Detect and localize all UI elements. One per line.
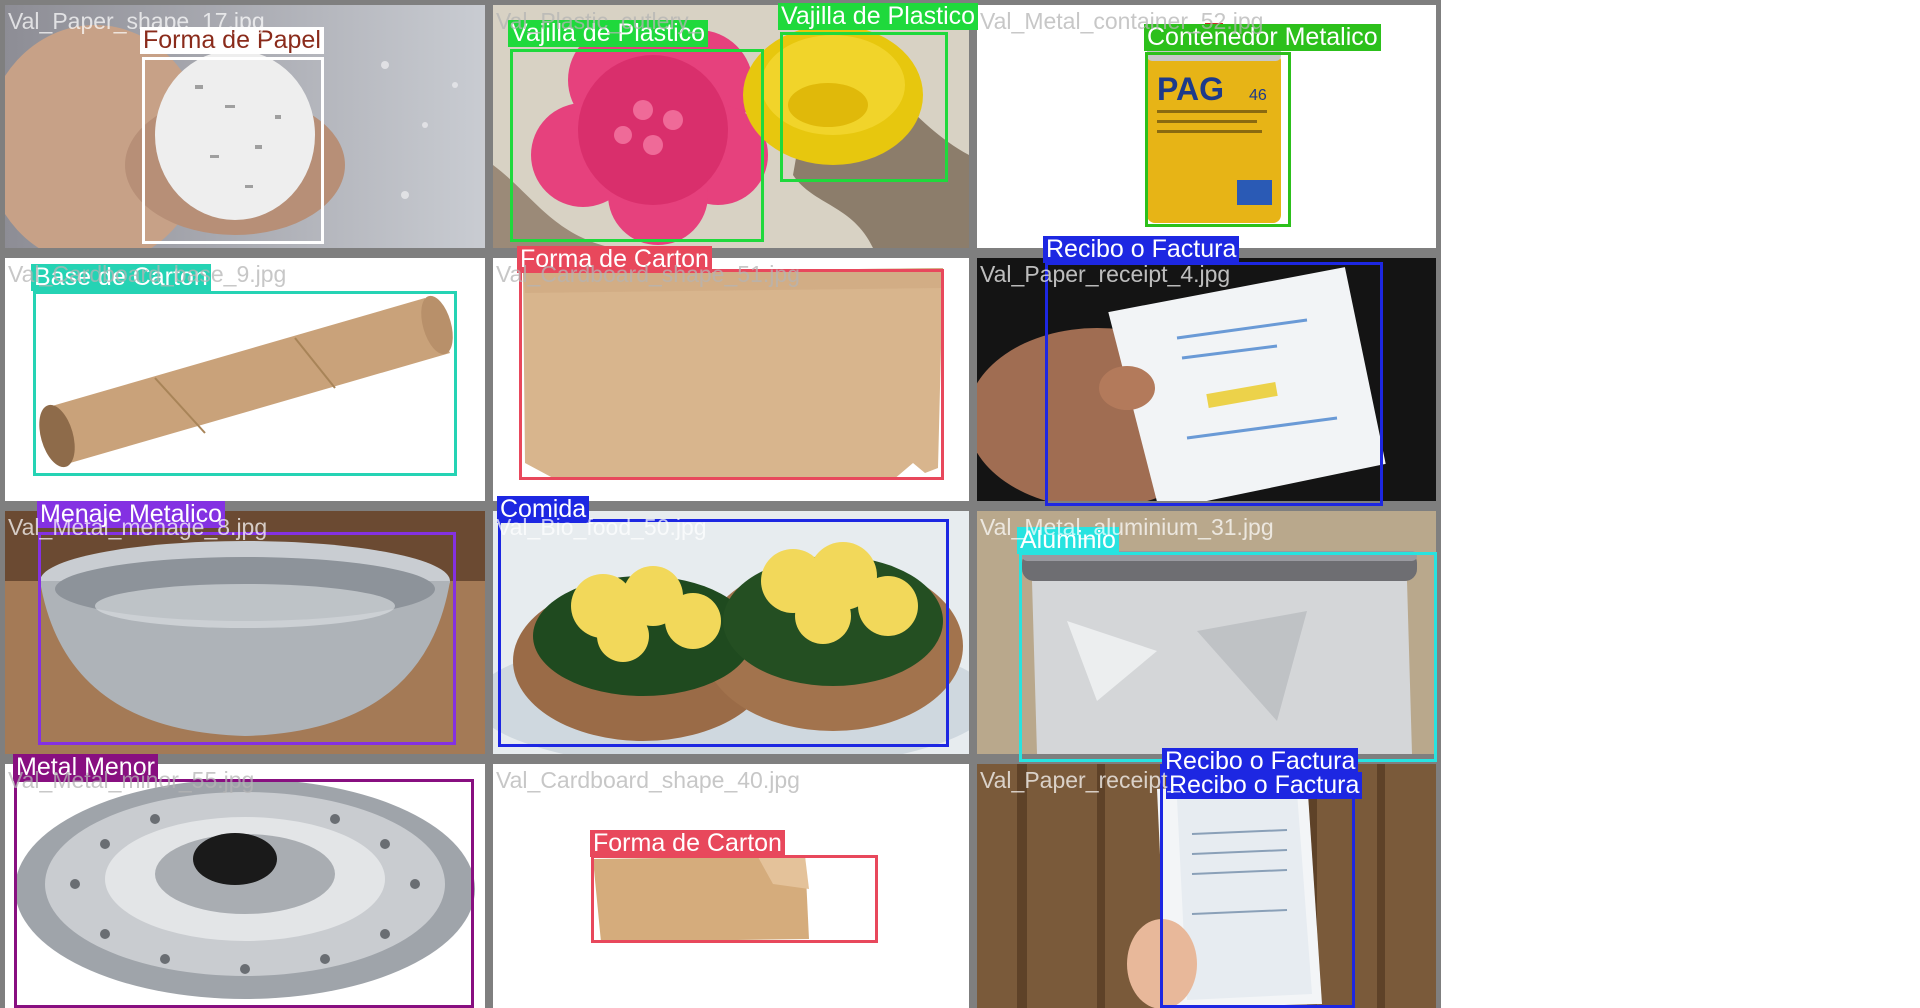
tile-cardboard-shape-2: Val_Cardboard_shape_40.jpg [493,764,969,1008]
tile-filename: Val_Plastic_cutlery_ [496,8,702,34]
receipts-held-photo [977,764,1436,1008]
tile-filename: Val_Cardboard_shape_40.jpg [496,767,800,793]
image-grid: Val_Paper_shape_17.jpg Val_Plastic_cutle… [0,0,1441,1008]
tile-cardboard-shape: Val_Cardboard_shape_51.jpg [493,258,969,501]
tile-filename: Val_Cardboard_base_9.jpg [8,261,287,287]
tile-filename: Val_Paper_receipt_4.jpg [980,261,1231,287]
tile-filename: Val_Paper_shape_17.jpg [8,8,265,34]
receipt-in-hand-photo [977,258,1436,501]
tile-plastic: Val_Plastic_cutlery_ [493,5,969,248]
tile-paper-receipt: Val_Paper_receipt_4.jpg [977,258,1436,501]
tile-metal-menage: Val_Metal_menage_8.jpg [5,511,485,754]
tile-filename: Val_Metal_menage_8.jpg [8,514,268,540]
tile-paper-receipt-2: Val_Paper_receipt_ [977,764,1436,1008]
cardboard-tube-photo [5,258,485,501]
egg-toast-photo [493,511,969,754]
tile-filename: Val_Bio_food_50.jpg [496,514,707,540]
tile-metal-container: PAG 46 Val_Metal_container_52.jpg [977,5,1436,248]
tile-filename: Val_Metal_minor_55.jpg [8,767,255,793]
cardboard-sheet-photo [493,258,969,501]
metal-can-photo: PAG 46 [977,5,1436,248]
tile-cardboard-base: Val_Cardboard_base_9.jpg [5,258,485,501]
tile-filename: Val_Cardboard_shape_51.jpg [496,261,800,287]
svg-text:46: 46 [1249,87,1267,104]
tile-paper-shape: Val_Paper_shape_17.jpg [5,5,485,248]
tile-filename: Val_Paper_receipt_ [980,767,1181,793]
aluminium-foil-photo [977,511,1436,754]
tile-metal-aluminium: Val_Metal_aluminium_31.jpg [977,511,1436,754]
tile-bio-food: Val_Bio_food_50.jpg [493,511,969,754]
cardboard-piece-photo [493,764,969,1008]
metal-basin-photo [5,511,485,754]
plastic-dishes-photo [493,5,969,248]
tile-filename: Val_Metal_container_52.jpg [980,8,1264,34]
shredded-paper-photo [5,5,485,248]
svg-text:PAG: PAG [1157,71,1224,107]
tile-metal-minor: Val_Metal_minor_55.jpg [5,764,485,1008]
metal-pot-lid-photo [5,764,485,1008]
tile-filename: Val_Metal_aluminium_31.jpg [980,514,1274,540]
